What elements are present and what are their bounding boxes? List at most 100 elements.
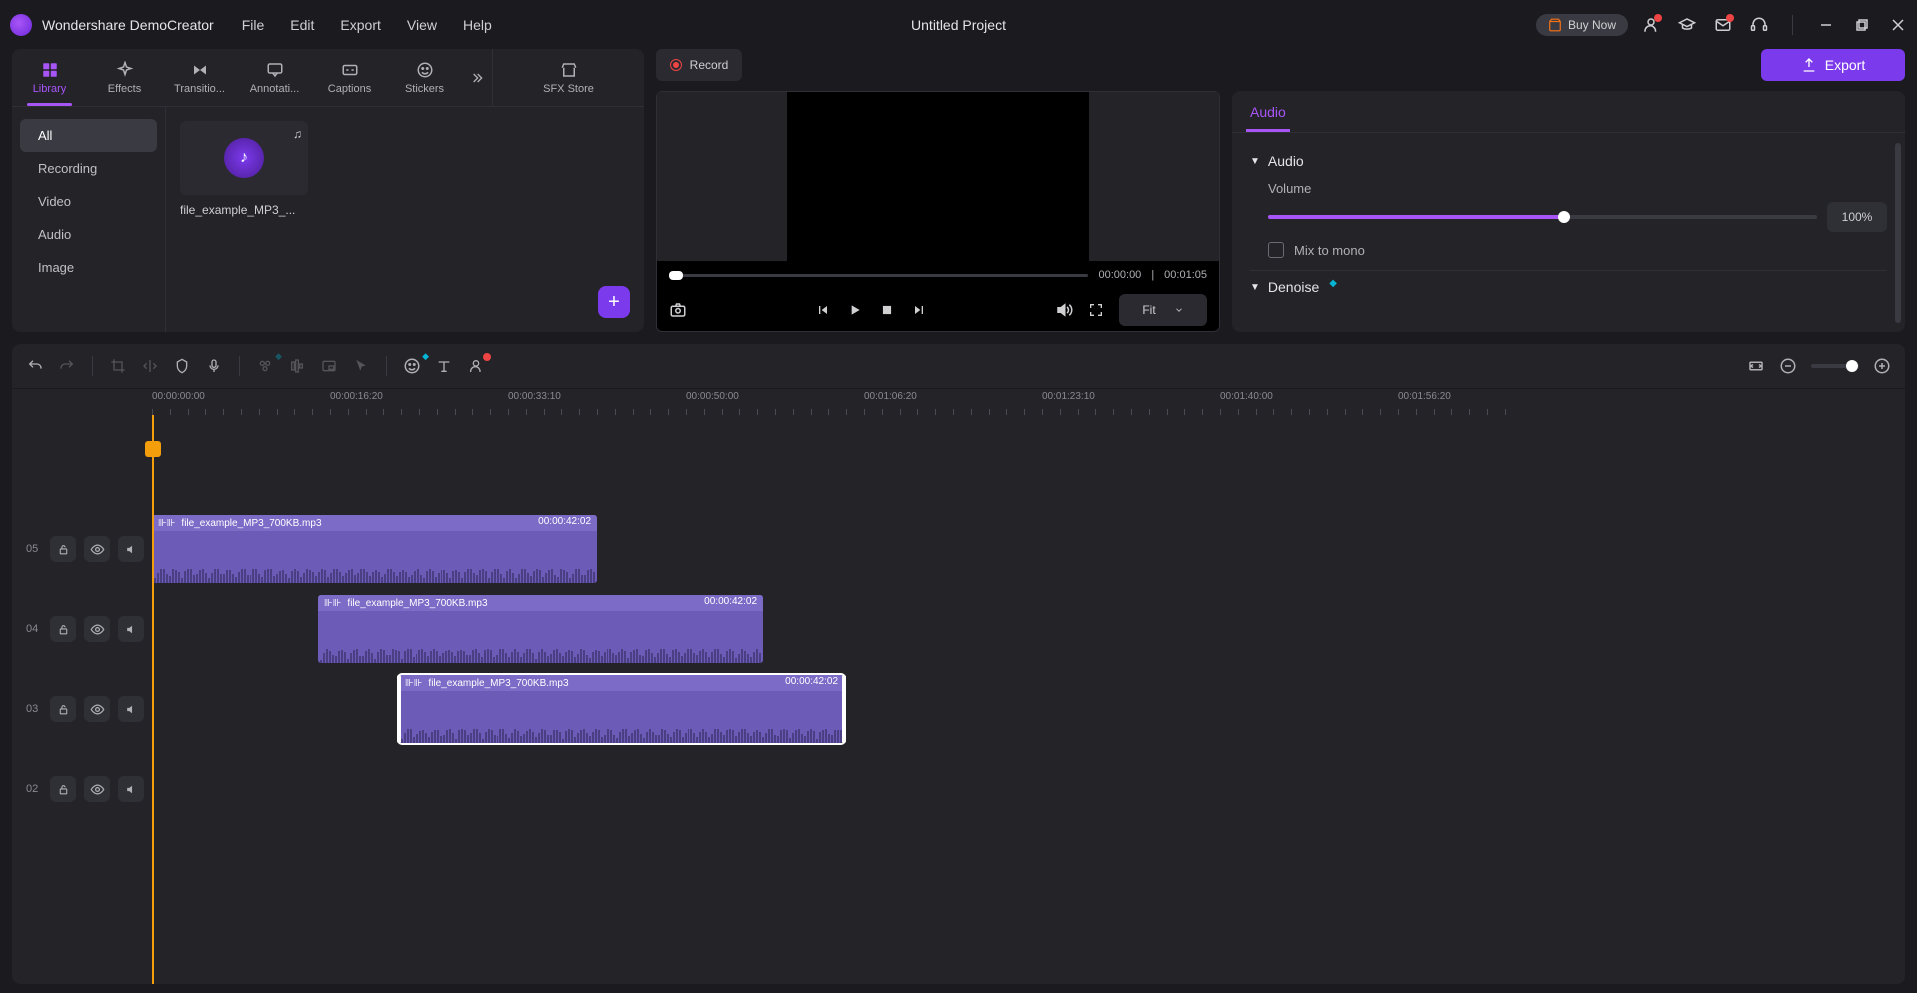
- cursor-button[interactable]: [352, 357, 370, 375]
- redo-button[interactable]: [58, 357, 76, 375]
- visibility-button[interactable]: [84, 696, 110, 722]
- text-button[interactable]: [435, 357, 453, 375]
- sidebar-item-audio[interactable]: Audio: [20, 218, 157, 251]
- tab-effects[interactable]: Effects: [87, 49, 162, 106]
- voiceover-button[interactable]: [205, 357, 223, 375]
- sidebar-item-all[interactable]: All: [20, 119, 157, 152]
- clip-handle-left[interactable]: [397, 675, 401, 743]
- clip-name: file_example_MP3_700KB.mp3: [181, 518, 321, 529]
- caret-down-icon: ▼: [1250, 282, 1260, 293]
- screenshot-button[interactable]: [669, 301, 687, 319]
- tab-library[interactable]: Library: [12, 49, 87, 106]
- menu-edit[interactable]: Edit: [290, 17, 314, 33]
- fullscreen-button[interactable]: [1087, 301, 1105, 319]
- track-row: 03⊪⊪file_example_MP3_700KB.mp300:00:42:0…: [12, 670, 1905, 748]
- mute-button[interactable]: [118, 776, 144, 802]
- track-body[interactable]: ⊪⊪file_example_MP3_700KB.mp300:00:42:02: [152, 670, 1905, 748]
- tab-captions[interactable]: Captions: [312, 49, 387, 106]
- track-row: 05⊪⊪file_example_MP3_700KB.mp300:00:42:0…: [12, 510, 1905, 588]
- clip-handle-right[interactable]: [842, 675, 846, 743]
- lock-button[interactable]: [50, 616, 76, 642]
- volume-value[interactable]: 100%: [1827, 202, 1887, 232]
- close-button[interactable]: [1889, 16, 1907, 34]
- volume-button[interactable]: [1055, 301, 1073, 319]
- zoom-in-button[interactable]: [1873, 357, 1891, 375]
- academy-icon[interactable]: [1678, 16, 1696, 34]
- lock-button[interactable]: [50, 776, 76, 802]
- audio-clip[interactable]: ⊪⊪file_example_MP3_700KB.mp300:00:42:02: [318, 595, 763, 663]
- audio-clip[interactable]: ⊪⊪file_example_MP3_700KB.mp300:00:42:02: [399, 675, 844, 743]
- message-icon[interactable]: [1714, 16, 1732, 34]
- premium-gem-icon: ◆: [275, 351, 282, 362]
- tab-stickers[interactable]: Stickers: [387, 49, 462, 106]
- tab-sfx-store[interactable]: SFX Store: [492, 49, 644, 106]
- account-icon[interactable]: [1642, 16, 1660, 34]
- media-thumbnail[interactable]: ♪ ♫: [180, 121, 308, 195]
- menu-bar: File Edit Export View Help: [242, 17, 492, 33]
- props-scrollbar[interactable]: [1895, 143, 1901, 323]
- maximize-button[interactable]: [1853, 16, 1871, 34]
- timeline-toolbar: ◆ ◆: [12, 344, 1905, 389]
- track-row: 02: [12, 750, 1905, 828]
- menu-help[interactable]: Help: [463, 17, 492, 33]
- menu-file[interactable]: File: [242, 17, 265, 33]
- library-panel: Library Effects Transitio... Annotati...…: [12, 49, 644, 332]
- marker-button[interactable]: [173, 357, 191, 375]
- pic-in-pic-button[interactable]: [320, 357, 338, 375]
- tab-annotations[interactable]: Annotati...: [237, 49, 312, 106]
- visibility-button[interactable]: [84, 536, 110, 562]
- play-button[interactable]: [846, 301, 864, 319]
- prev-frame-button[interactable]: [814, 301, 832, 319]
- visibility-button[interactable]: [84, 776, 110, 802]
- crop-button[interactable]: [109, 357, 127, 375]
- avatar-button[interactable]: [467, 357, 485, 375]
- track-body[interactable]: [152, 750, 1905, 828]
- scrub-bar[interactable]: [669, 274, 1088, 277]
- sidebar-item-video[interactable]: Video: [20, 185, 157, 218]
- ruler-tick: 00:00:50:00: [686, 389, 739, 402]
- mute-button[interactable]: [118, 616, 144, 642]
- export-button[interactable]: Export: [1761, 49, 1905, 81]
- premium-gem-icon: ◆: [1329, 278, 1337, 289]
- audio-clip[interactable]: ⊪⊪file_example_MP3_700KB.mp300:00:42:02: [152, 515, 597, 583]
- sidebar-item-recording[interactable]: Recording: [20, 152, 157, 185]
- timeline-ruler[interactable]: 00:00:00:0000:00:16:2000:00:33:1000:00:5…: [12, 389, 1905, 415]
- sidebar-item-image[interactable]: Image: [20, 251, 157, 284]
- track-body[interactable]: ⊪⊪file_example_MP3_700KB.mp300:00:42:02: [152, 510, 1905, 588]
- mute-button[interactable]: [118, 536, 144, 562]
- props-tab-audio[interactable]: Audio: [1246, 91, 1290, 132]
- mute-button[interactable]: [118, 696, 144, 722]
- fit-dropdown[interactable]: Fit: [1119, 294, 1207, 326]
- group-button[interactable]: ◆: [256, 357, 274, 375]
- minimize-button[interactable]: [1817, 16, 1835, 34]
- smile-button[interactable]: ◆: [403, 357, 421, 375]
- record-button[interactable]: Record: [656, 49, 742, 81]
- align-button[interactable]: [288, 357, 306, 375]
- waveform-icon: ⊪⊪: [405, 678, 422, 689]
- more-tabs-button[interactable]: [462, 49, 492, 106]
- menu-export[interactable]: Export: [340, 17, 380, 33]
- mix-to-mono-checkbox[interactable]: Mix to mono: [1268, 242, 1887, 258]
- stop-button[interactable]: [878, 301, 896, 319]
- section-audio-header[interactable]: ▼ Audio: [1250, 153, 1887, 169]
- app-logo-icon: [10, 14, 32, 36]
- buy-now-button[interactable]: Buy Now: [1536, 14, 1628, 36]
- track-body[interactable]: ⊪⊪file_example_MP3_700KB.mp300:00:42:02: [152, 590, 1905, 668]
- import-media-button[interactable]: +: [598, 286, 630, 318]
- menu-view[interactable]: View: [407, 17, 437, 33]
- split-button[interactable]: [141, 357, 159, 375]
- volume-slider[interactable]: [1268, 215, 1817, 219]
- section-denoise-header[interactable]: ▼ Denoise ◆: [1250, 279, 1887, 295]
- lock-button[interactable]: [50, 696, 76, 722]
- undo-button[interactable]: [26, 357, 44, 375]
- visibility-button[interactable]: [84, 616, 110, 642]
- lock-button[interactable]: [50, 536, 76, 562]
- next-frame-button[interactable]: [910, 301, 928, 319]
- zoom-out-button[interactable]: [1779, 357, 1797, 375]
- tab-transitions[interactable]: Transitio...: [162, 49, 237, 106]
- zoom-slider[interactable]: [1811, 364, 1859, 368]
- checkbox-icon: [1268, 242, 1284, 258]
- support-icon[interactable]: [1750, 16, 1768, 34]
- ruler-tick: 00:01:40:00: [1220, 389, 1273, 402]
- fit-timeline-button[interactable]: [1747, 357, 1765, 375]
